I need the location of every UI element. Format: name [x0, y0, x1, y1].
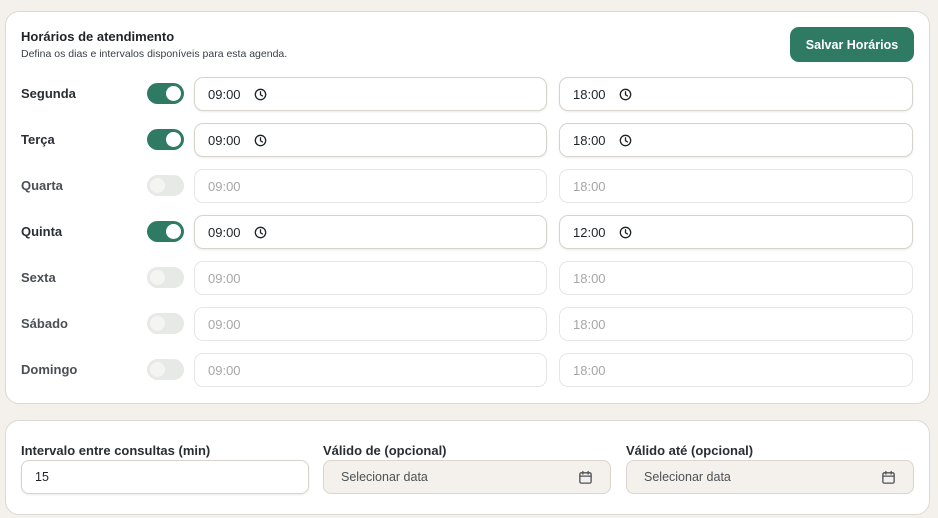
card-subtitle: Defina os dias e intervalos disponíveis … [21, 48, 288, 60]
valid-from-date-input[interactable]: Selecionar data [323, 460, 611, 494]
day-row-sabado: Sábado 09:00 18:00 [6, 307, 931, 341]
card-title: Horários de atendimento [21, 29, 175, 44]
day-label: Sexta [21, 270, 56, 285]
end-time-value: 12:00 [573, 225, 606, 240]
day-toggle[interactable] [147, 359, 184, 380]
end-time-input[interactable]: 18:00 [559, 77, 913, 111]
clock-icon [619, 226, 632, 239]
clock-icon [619, 134, 632, 147]
day-label: Quarta [21, 178, 63, 193]
start-time-input[interactable]: 09:00 [194, 123, 547, 157]
start-time-value: 09:00 [208, 225, 241, 240]
day-row-domingo: Domingo 09:00 18:00 [6, 353, 931, 387]
end-time-value: 18:00 [573, 179, 606, 194]
save-hours-button[interactable]: Salvar Horários [790, 27, 914, 62]
valid-until-placeholder: Selecionar data [644, 470, 731, 484]
end-time-input[interactable]: 18:00 [559, 307, 913, 341]
day-label: Sábado [21, 316, 68, 331]
day-row-terca: Terça 09:00 18:00 [6, 123, 931, 157]
day-label: Segunda [21, 86, 76, 101]
day-label: Domingo [21, 362, 78, 377]
start-time-value: 09:00 [208, 133, 241, 148]
start-time-value: 09:00 [208, 271, 241, 286]
start-time-input[interactable]: 09:00 [194, 261, 547, 295]
start-time-value: 09:00 [208, 179, 241, 194]
start-time-input[interactable]: 09:00 [194, 77, 547, 111]
day-row-sexta: Sexta 09:00 18:00 [6, 261, 931, 295]
end-time-value: 18:00 [573, 87, 606, 102]
toggle-knob [150, 178, 165, 193]
start-time-value: 09:00 [208, 363, 241, 378]
start-time-input[interactable]: 09:00 [194, 169, 547, 203]
day-row-segunda: Segunda 09:00 18:00 [6, 77, 931, 111]
day-toggle[interactable] [147, 83, 184, 104]
valid-until-date-input[interactable]: Selecionar data [626, 460, 914, 494]
end-time-input[interactable]: 18:00 [559, 123, 913, 157]
end-time-value: 18:00 [573, 363, 606, 378]
end-time-input[interactable]: 18:00 [559, 353, 913, 387]
day-row-quarta: Quarta 09:00 18:00 [6, 169, 931, 203]
toggle-knob [150, 362, 165, 377]
clock-icon [254, 134, 267, 147]
interval-input[interactable]: 15 [21, 460, 309, 494]
toggle-knob [150, 270, 165, 285]
clock-icon [619, 88, 632, 101]
day-label: Quinta [21, 224, 63, 239]
start-time-value: 09:00 [208, 317, 241, 332]
calendar-icon [882, 470, 895, 484]
toggle-knob [150, 316, 165, 331]
valid-from-label: Válido de (opcional) [323, 443, 447, 458]
end-time-value: 18:00 [573, 317, 606, 332]
valid-until-label: Válido até (opcional) [626, 443, 754, 458]
day-toggle[interactable] [147, 313, 184, 334]
end-time-value: 18:00 [573, 271, 606, 286]
end-time-input[interactable]: 18:00 [559, 261, 913, 295]
toggle-knob [166, 86, 181, 101]
schedule-settings-card: Intervalo entre consultas (min) 15 Válid… [5, 420, 930, 515]
clock-icon [254, 88, 267, 101]
day-toggle[interactable] [147, 129, 184, 150]
start-time-input[interactable]: 09:00 [194, 215, 547, 249]
end-time-value: 18:00 [573, 133, 606, 148]
clock-icon [254, 226, 267, 239]
toggle-knob [166, 132, 181, 147]
start-time-input[interactable]: 09:00 [194, 307, 547, 341]
start-time-value: 09:00 [208, 87, 241, 102]
valid-from-placeholder: Selecionar data [341, 470, 428, 484]
start-time-input[interactable]: 09:00 [194, 353, 547, 387]
end-time-input[interactable]: 18:00 [559, 169, 913, 203]
schedule-hours-card: Horários de atendimento Defina os dias e… [5, 11, 930, 404]
day-toggle[interactable] [147, 221, 184, 242]
toggle-knob [166, 224, 181, 239]
calendar-icon [579, 470, 592, 484]
day-row-quinta: Quinta 09:00 12:00 [6, 215, 931, 249]
day-toggle[interactable] [147, 267, 184, 288]
day-toggle[interactable] [147, 175, 184, 196]
interval-value: 15 [35, 470, 49, 484]
end-time-input[interactable]: 12:00 [559, 215, 913, 249]
day-label: Terça [21, 132, 55, 147]
interval-label: Intervalo entre consultas (min) [21, 443, 211, 458]
